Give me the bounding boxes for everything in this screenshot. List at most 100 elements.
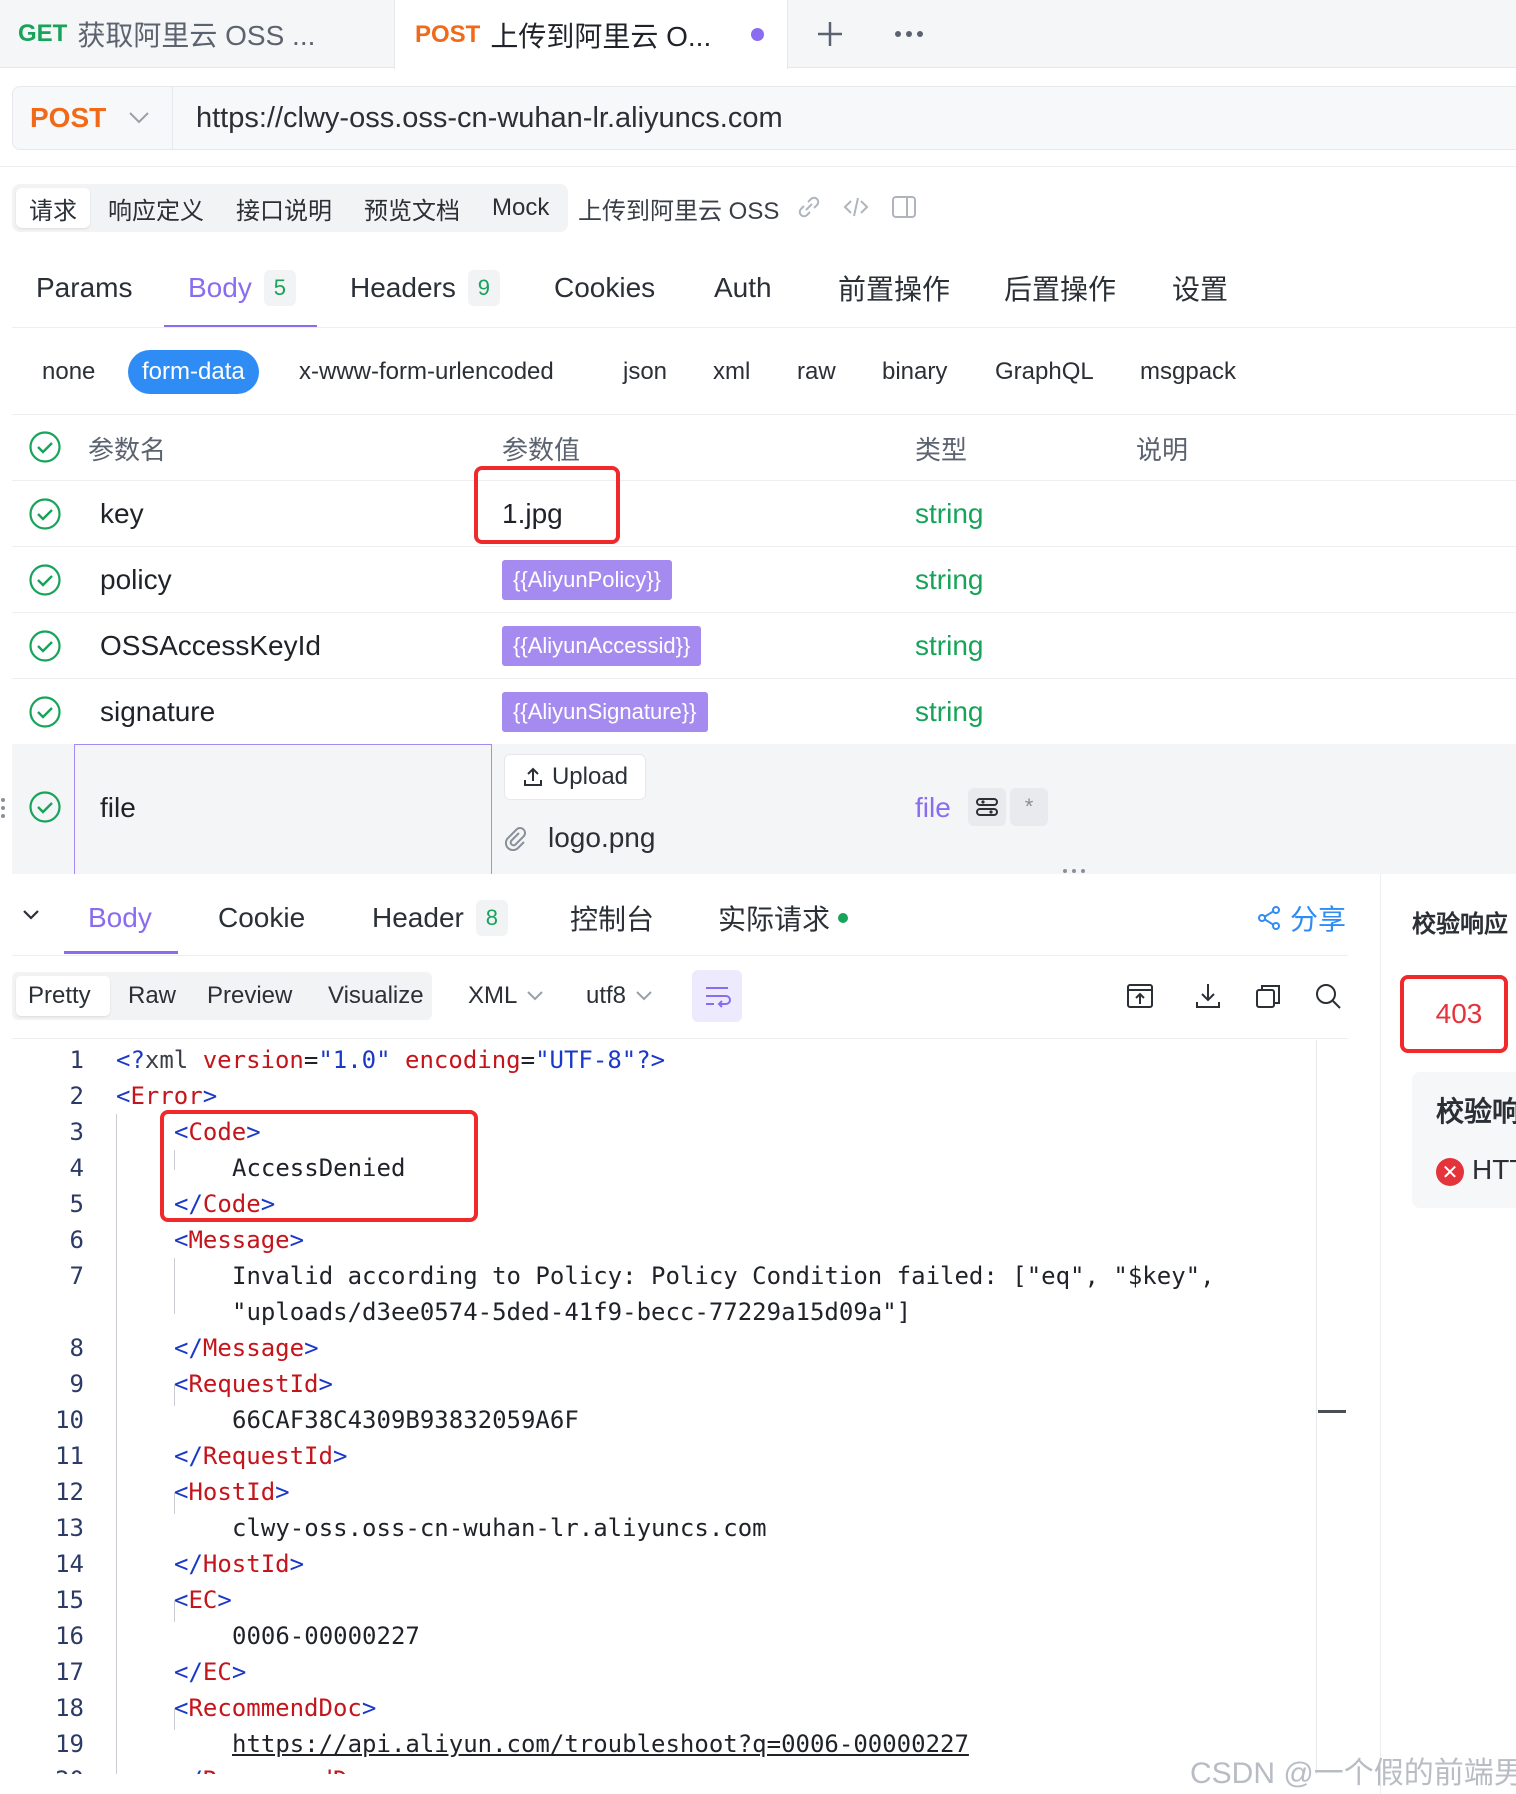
share-label: 分享 [1290, 904, 1347, 935]
copy-icon[interactable] [1252, 980, 1284, 1012]
param-type[interactable]: string [915, 622, 983, 670]
download-icon[interactable] [1192, 980, 1224, 1012]
content-type-button[interactable] [968, 788, 1006, 826]
share-button[interactable]: 分享 [1256, 890, 1346, 946]
param-name[interactable]: policy [100, 556, 172, 604]
code-line: "uploads/d3ee0574-5ded-41f9-becc-77229a1… [232, 1298, 912, 1326]
tab-pre-operations[interactable]: 前置操作 [838, 262, 950, 314]
scrollbar[interactable] [1316, 1040, 1317, 1774]
line-number: 5 [69, 1190, 84, 1218]
tab-post-operations[interactable]: 后置操作 [1004, 262, 1116, 314]
line-number: 19 [55, 1730, 84, 1758]
search-icon[interactable] [1312, 980, 1344, 1012]
body-type-form-data[interactable]: form-data [128, 350, 259, 394]
validation-title: 校验响应 [1412, 911, 1508, 938]
collapse-chevron-icon[interactable] [20, 904, 42, 926]
line-number: 14 [55, 1550, 84, 1578]
tab-mock[interactable]: Mock [492, 184, 549, 232]
response-tab-console[interactable]: 控制台 [570, 890, 654, 946]
tab-preview-doc[interactable]: 预览文档 [364, 184, 460, 232]
param-name[interactable]: file [100, 784, 136, 832]
format-pretty[interactable]: Pretty [28, 972, 91, 1020]
tab-body[interactable]: Body 5 [188, 262, 296, 314]
tab-response-definition[interactable]: 响应定义 [108, 184, 204, 232]
body-type-xml[interactable]: xml [713, 350, 750, 394]
chevron-down-icon[interactable] [124, 102, 154, 132]
export-icon[interactable] [1124, 980, 1156, 1012]
status-dot-icon [838, 913, 849, 923]
param-type[interactable]: string [915, 688, 983, 736]
body-type-raw[interactable]: raw [797, 350, 836, 394]
variable-chip[interactable]: {{AliyunSignature}} [502, 692, 708, 732]
code-icon[interactable] [842, 193, 870, 221]
indent-guide [116, 1114, 117, 1774]
body-type-msgpack[interactable]: msgpack [1140, 350, 1236, 394]
variable-chip[interactable]: {{AliyunAccessid}} [502, 626, 702, 666]
tab-request[interactable]: 请求 [29, 184, 77, 232]
tab-api-description[interactable]: 接口说明 [236, 184, 332, 232]
tab-cookies[interactable]: Cookies [554, 262, 655, 314]
divider [12, 955, 1348, 956]
request-tab-post[interactable]: POST 上传到阿里云 O... [394, 0, 788, 69]
param-name-cell[interactable] [74, 744, 492, 874]
format-raw[interactable]: Raw [128, 972, 176, 1020]
response-tab-header[interactable]: Header 8 [372, 890, 508, 946]
row-checkbox[interactable] [28, 563, 62, 597]
attached-file[interactable]: logo.png [502, 816, 655, 860]
xml-tag: RecommendDoc [203, 1766, 376, 1774]
settings-toggle-icon [976, 798, 998, 816]
method-select[interactable]: POST [30, 86, 106, 150]
param-name[interactable]: signature [100, 688, 215, 736]
upload-button[interactable]: Upload [504, 754, 646, 800]
response-tab-actual-request[interactable]: 实际请求 [718, 890, 849, 946]
code-line: <RecommendDoc> [174, 1694, 377, 1722]
body-type-urlencoded[interactable]: x-www-form-urlencoded [299, 350, 554, 394]
code-editor[interactable]: 1 2 3 4 5 6 7 8 9 10 11 12 13 14 15 16 1… [12, 1040, 1316, 1774]
tab-auth[interactable]: Auth [714, 262, 772, 314]
link-icon[interactable] [795, 193, 823, 221]
response-tab-body[interactable]: Body [88, 890, 152, 946]
response-tab-cookie[interactable]: Cookie [218, 890, 305, 946]
param-type[interactable]: file [915, 786, 951, 830]
request-tab-get[interactable]: GET 获取阿里云 OSS ... [18, 0, 390, 68]
word-wrap-button[interactable] [692, 970, 742, 1022]
body-type-binary[interactable]: binary [882, 350, 947, 394]
tab-params[interactable]: Params [36, 262, 132, 314]
encoding-select[interactable]: utf8 [586, 972, 654, 1020]
side-panel-icon[interactable] [890, 193, 918, 221]
row-checkbox[interactable] [28, 695, 62, 729]
row-checkbox[interactable] [28, 629, 62, 663]
param-type[interactable]: string [915, 556, 983, 604]
chevron-down-icon [527, 991, 544, 1001]
xml-string: "1.0" [318, 1046, 391, 1074]
code-link[interactable]: https://api.aliyun.com/troubleshoot?q=00… [232, 1730, 969, 1758]
required-toggle[interactable]: * [1010, 788, 1048, 826]
body-type-none[interactable]: none [42, 350, 95, 394]
row-checkbox[interactable] [28, 790, 62, 824]
resize-handle-icon[interactable] [1062, 868, 1086, 874]
url-input[interactable]: https://clwy-oss.oss-cn-wuhan-lr.aliyunc… [196, 86, 783, 150]
param-name[interactable]: key [100, 490, 144, 538]
line-number: 13 [55, 1514, 84, 1542]
code-line: <Message> [174, 1226, 305, 1254]
param-name[interactable]: OSSAccessKeyId [100, 622, 321, 670]
more-tabs-button[interactable] [894, 0, 924, 68]
format-language-select[interactable]: XML [468, 972, 545, 1020]
select-all-checkbox[interactable] [28, 430, 62, 464]
line-number: 16 [55, 1622, 84, 1650]
tab-settings[interactable]: 设置 [1172, 262, 1228, 314]
drag-handle-icon[interactable] [0, 796, 8, 820]
error-icon: ✕ [1436, 1158, 1464, 1186]
xml-bracket: <? [116, 1046, 145, 1074]
format-preview[interactable]: Preview [207, 972, 292, 1020]
format-visualize[interactable]: Visualize [328, 972, 424, 1020]
column-header-type: 类型 [915, 434, 968, 465]
body-type-graphql[interactable]: GraphQL [995, 350, 1094, 394]
body-type-json[interactable]: json [623, 350, 667, 394]
scrollbar-thumb[interactable] [1318, 1410, 1346, 1413]
param-type[interactable]: string [915, 490, 983, 538]
new-tab-button[interactable] [816, 0, 844, 68]
variable-chip[interactable]: {{AliyunPolicy}} [502, 560, 672, 600]
row-checkbox[interactable] [28, 497, 62, 531]
tab-headers[interactable]: Headers 9 [350, 262, 500, 314]
